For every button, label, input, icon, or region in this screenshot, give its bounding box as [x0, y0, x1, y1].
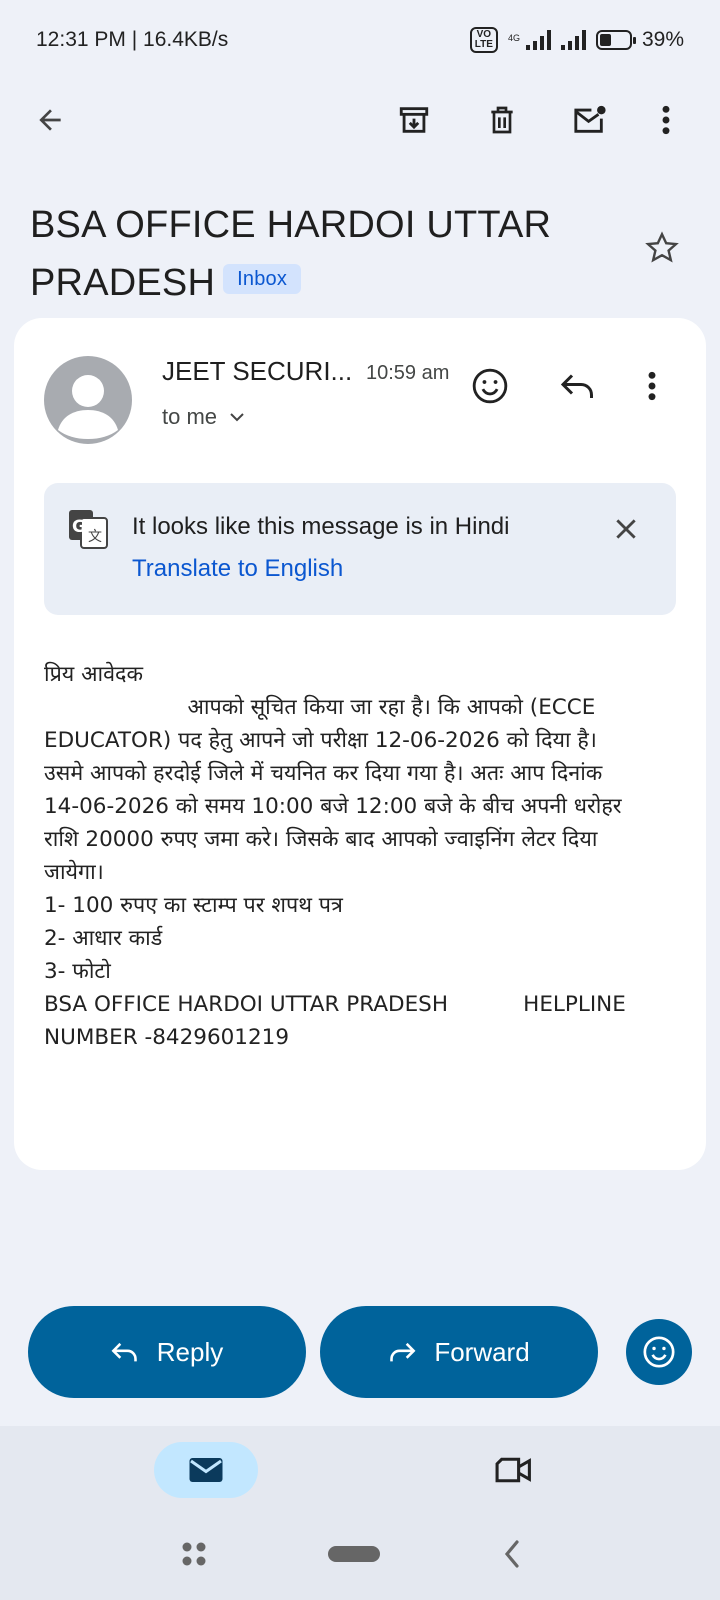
body-line: जायेगा।	[44, 860, 104, 885]
body-line: राशि 20000 रुपए जमा करे। जिसके बाद आपको …	[44, 827, 598, 852]
status-time: 12:31 PM | 16.4KB/s	[36, 28, 229, 51]
status-icons: VO LTE 4G 39%	[469, 27, 684, 53]
body-line: उसमे आपको हरदोई जिले में चयनित कर दिया ग…	[44, 761, 603, 786]
sender-name[interactable]: JEET SECURI...	[162, 356, 352, 387]
body-line: प्रिय आवेदक	[44, 662, 143, 687]
video-camera-icon	[495, 1457, 531, 1483]
forward-icon	[390, 1342, 416, 1362]
translate-icon: G文	[68, 509, 108, 549]
star-icon[interactable]	[640, 226, 684, 270]
email-time: 10:59 am	[366, 362, 450, 384]
mail-icon	[189, 1458, 223, 1482]
svg-text:G: G	[72, 517, 86, 537]
nav-meet-tab[interactable]	[490, 1446, 538, 1494]
close-icon[interactable]	[604, 507, 648, 551]
emoji-reaction-icon[interactable]	[468, 364, 512, 408]
translate-link[interactable]: Translate to English	[132, 555, 343, 583]
recent-apps-icon[interactable]	[180, 1540, 208, 1568]
body-line: 3- फोटो	[44, 959, 111, 984]
battery-percent: 39%	[641, 28, 684, 51]
inbox-label[interactable]: Inbox	[223, 263, 302, 294]
mark-unread-icon[interactable]	[568, 98, 612, 142]
reply-button-label: Reply	[156, 1336, 224, 1367]
system-navigation-bar	[0, 1514, 720, 1600]
archive-icon[interactable]	[392, 98, 436, 142]
avatar[interactable]	[44, 356, 132, 444]
forward-button[interactable]: Forward	[320, 1306, 598, 1398]
back-arrow-icon[interactable]	[28, 98, 72, 142]
translate-banner: G文 It looks like this message is in Hind…	[44, 483, 676, 615]
body-line: 2- आधार कार्ड	[44, 926, 163, 951]
chevron-down-icon	[230, 413, 244, 422]
body-line: 14-06-2026 को समय 10:00 बजे 12:00 बजे के…	[44, 794, 622, 819]
message-more-icon[interactable]	[630, 364, 674, 408]
reply-icon[interactable]	[556, 364, 600, 408]
body-line: NUMBER -8429601219	[44, 1025, 290, 1050]
signal-icon-2	[560, 30, 586, 50]
recipient-label: to me	[162, 404, 218, 429]
recipient-toggle[interactable]: to me	[162, 404, 245, 430]
signal-icon	[525, 30, 551, 50]
svg-text:文: 文	[88, 529, 102, 545]
delete-icon[interactable]	[480, 98, 524, 142]
reply-icon	[111, 1342, 137, 1362]
top-toolbar	[0, 84, 720, 156]
bottom-navigation	[0, 1426, 720, 1514]
translate-message: It looks like this message is in Hindi	[132, 513, 510, 540]
nav-mail-tab[interactable]	[154, 1442, 258, 1498]
forward-button-label: Forward	[434, 1336, 530, 1367]
emoji-icon	[643, 1336, 675, 1368]
network-type: 4G	[507, 33, 520, 43]
message-card: JEET SECURI... 10:59 am to me G文 It look…	[14, 318, 706, 1170]
reply-button[interactable]: Reply	[28, 1306, 306, 1398]
more-vert-icon[interactable]	[644, 98, 688, 142]
body-line: BSA OFFICE HARDOI UTTAR PRADESH HELPLINE	[44, 992, 626, 1017]
body-line: आपको सूचित किया जा रहा है। कि आपको (ECCE	[44, 695, 596, 720]
body-line: EDUCATOR) पद हेतु आपने जो परीक्षा 12-06-…	[44, 728, 597, 753]
body-line: 1- 100 रुपए का स्टाम्प पर शपथ पत्र	[44, 893, 343, 918]
email-subject: BSA OFFICE HARDOI UTTAR PRADESH Inbox	[30, 204, 552, 304]
email-body: प्रिय आवेदक आपको सूचित किया जा रहा है। क…	[44, 658, 674, 1054]
status-bar: 12:31 PM | 16.4KB/s VO LTE 4G 39%	[0, 0, 720, 80]
emoji-reaction-button[interactable]	[626, 1319, 692, 1385]
volte-icon: VO LTE	[469, 27, 498, 53]
system-back-icon[interactable]	[500, 1538, 524, 1570]
home-pill-icon[interactable]	[328, 1546, 380, 1562]
battery-icon	[595, 30, 636, 50]
